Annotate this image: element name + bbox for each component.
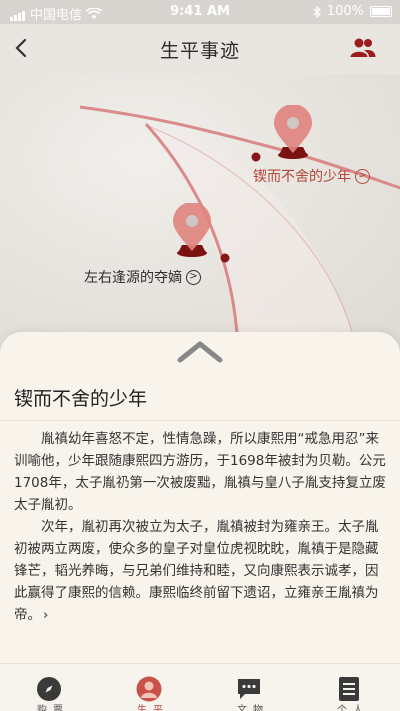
route-stop-marker[interactable] [251, 152, 261, 162]
status-bar: 中国电信 9:41 AM 100% [0, 0, 400, 24]
tab-label: 文物 [237, 705, 269, 711]
battery-icon [370, 6, 392, 17]
sheet-body: 胤禛幼年喜怒不定，性情急躁，所以康熙用“戒急用忍”来训喻他，少年跟随康熙四方游历… [14, 428, 386, 626]
sheet-divider [0, 420, 400, 421]
chevron-right-icon: > [355, 168, 370, 184]
body-paragraph: 胤禛幼年喜怒不定，性情急躁，所以康熙用“戒急用忍”来训喻他，少年跟随康熙四方游历… [14, 431, 386, 513]
tab-label: 生平 [137, 705, 169, 711]
body-paragraph-2: 次年，胤初再次被立为太子，胤禛被封为雍亲王。太子胤初被两立两废，使众多的皇子对皇… [14, 516, 386, 626]
nav-bar: 生平事迹 [0, 24, 400, 74]
read-more-chevron-icon[interactable]: › [43, 607, 48, 623]
person-icon [136, 676, 162, 702]
chevron-up-icon[interactable] [176, 338, 224, 364]
map-area[interactable]: 锲而不舍的少年 > 左右逢源的夺嫡 > [0, 74, 400, 354]
chevron-right-icon: > [186, 269, 201, 285]
compass-icon [37, 677, 61, 701]
pin-label-youth[interactable]: 锲而不舍的少年 > [253, 166, 370, 186]
status-right: 100% [313, 4, 392, 19]
pin-label-text: 锲而不舍的少年 [253, 169, 351, 185]
pin-label-text: 左右逢源的夺嫡 [84, 270, 182, 286]
tab-tickets[interactable]: 购票 [0, 664, 100, 711]
document-icon [339, 677, 359, 701]
page-title: 生平事迹 [159, 40, 240, 62]
map-pin-icon[interactable] [271, 105, 315, 165]
tab-label: 个人 [337, 705, 369, 711]
tab-label: 购票 [37, 705, 69, 711]
sheet-title: 锲而不舍的少年 [14, 388, 148, 410]
chat-icon [238, 679, 260, 699]
detail-sheet: 锲而不舍的少年 胤禛幼年喜怒不定，性情急躁，所以康熙用“戒急用忍”来训喻他，少年… [0, 332, 400, 663]
battery-percent: 100% [326, 4, 364, 19]
tab-life[interactable]: 生平 [100, 664, 200, 711]
pin-label-succession[interactable]: 左右逢源的夺嫡 > [84, 267, 201, 287]
bluetooth-icon [313, 5, 321, 18]
route-stop-marker[interactable] [220, 253, 230, 263]
map-pin-icon[interactable] [170, 203, 214, 263]
tab-bar: 购票 生平 文物 个人 [0, 663, 400, 711]
tab-relics[interactable]: 文物 [200, 664, 300, 711]
body-paragraph-text: 次年，胤初再次被立为太子，胤禛被封为雍亲王。太子胤初被两立两废，使众多的皇子对皇… [14, 519, 379, 623]
tab-profile[interactable]: 个人 [300, 664, 400, 711]
people-icon[interactable] [350, 37, 376, 59]
